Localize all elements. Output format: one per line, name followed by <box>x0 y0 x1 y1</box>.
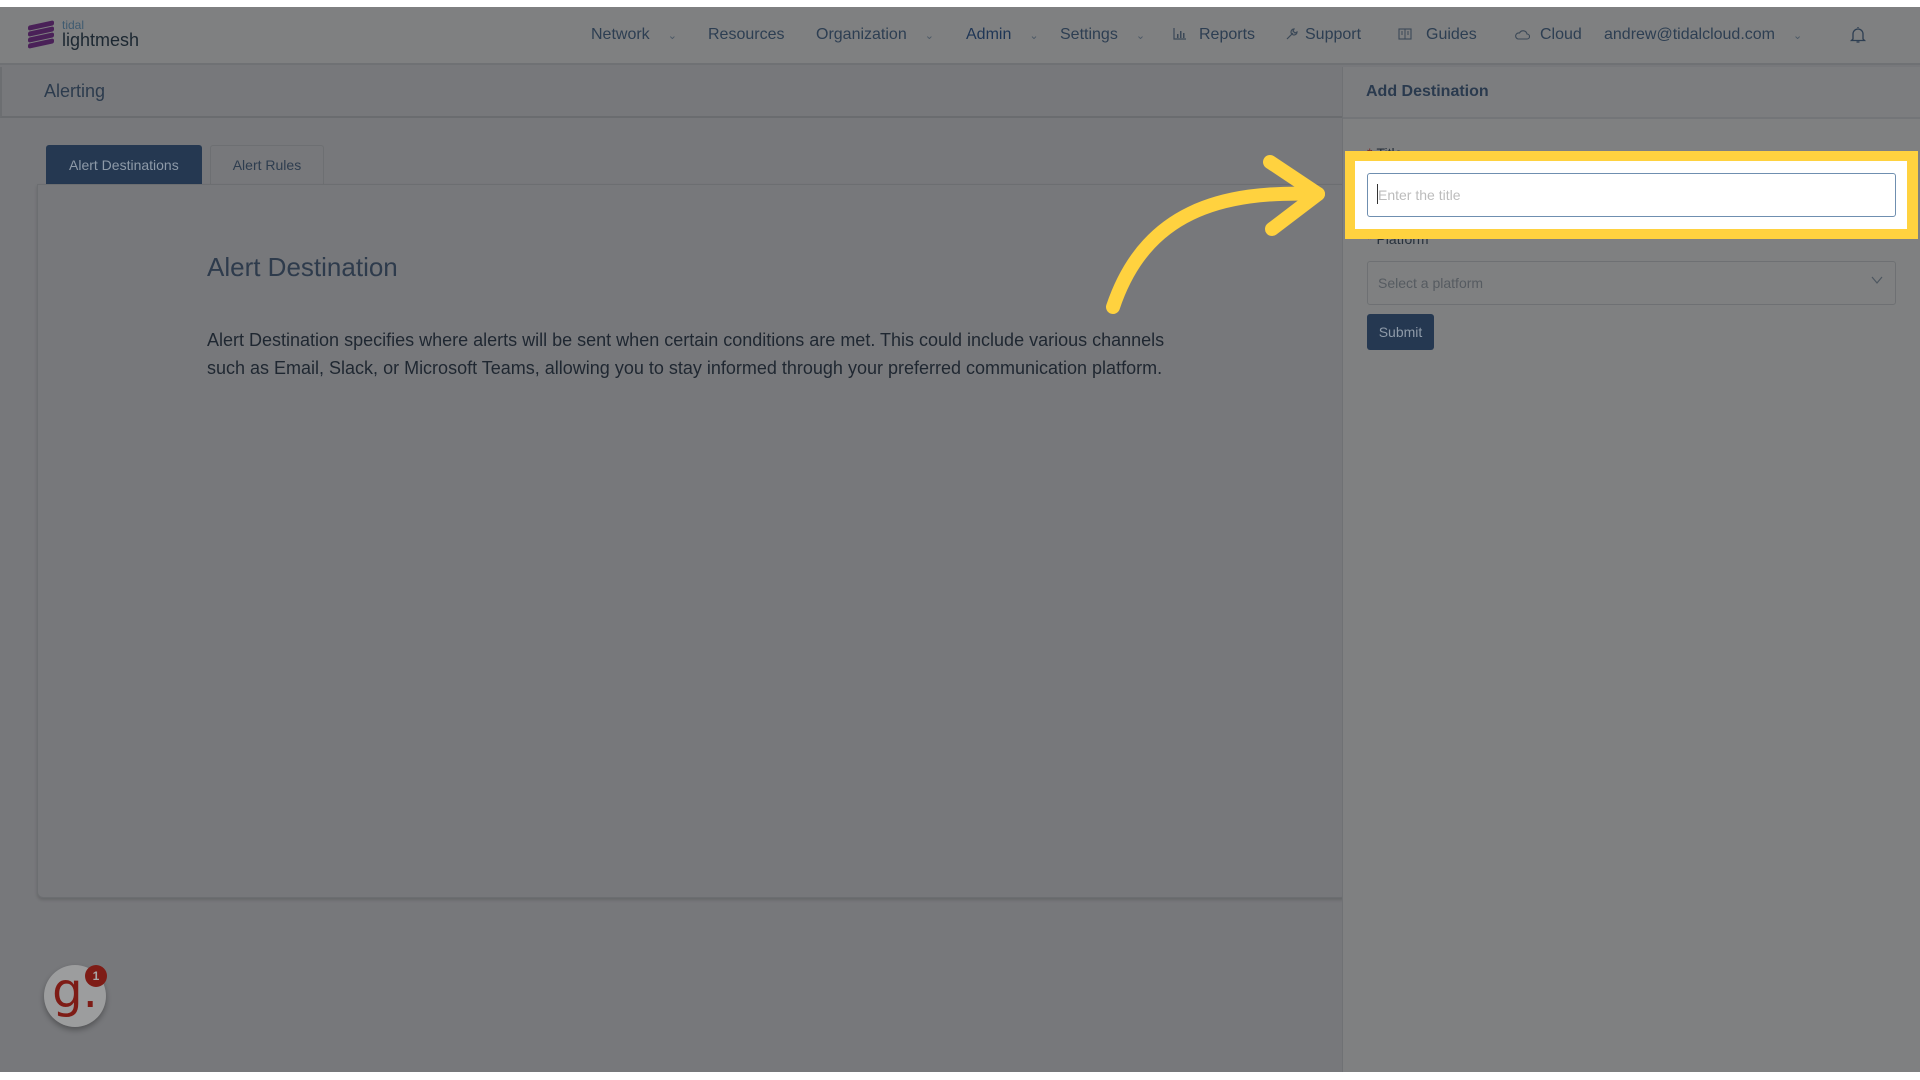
chevron-down-icon: ⌄ <box>924 29 934 42</box>
drawer-title: Add Destination <box>1366 83 1489 100</box>
nav-resources[interactable]: Resources <box>708 26 784 44</box>
lightmesh-logo-icon <box>28 20 54 49</box>
nav-resources-label: Resources <box>708 26 785 43</box>
brand-name: lightmesh <box>62 30 140 50</box>
card-title: Alert Destination <box>207 252 398 282</box>
drawer-header: Add Destination <box>1343 67 1920 119</box>
nav-reports[interactable]: Reports <box>1173 26 1255 44</box>
top-border <box>0 0 1920 7</box>
nav-network[interactable]: Network ⌄ <box>591 26 677 44</box>
platform-select[interactable]: Select a platform <box>1367 261 1896 305</box>
nav-support[interactable]: Support <box>1286 26 1361 44</box>
tab-alert-destinations[interactable]: Alert Destinations <box>46 145 202 184</box>
notification-count-badge: 1 <box>85 965 107 987</box>
cloud-icon <box>1515 28 1531 43</box>
chevron-down-icon: ⌄ <box>1029 29 1039 42</box>
nav-support-label: Support <box>1305 26 1362 43</box>
card-description: Alert Destination specifies where alerts… <box>207 330 1165 378</box>
platform-select-placeholder: Select a platform <box>1378 275 1484 291</box>
nav-organization[interactable]: Organization ⌄ <box>816 26 934 44</box>
text-caret <box>1377 184 1378 204</box>
app: tidal lightmesh Network ⌄ Resources Orga… <box>0 7 1920 1072</box>
book-icon <box>1398 27 1412 43</box>
nav-settings[interactable]: Settings ⌄ <box>1060 26 1145 44</box>
highlight-frame <box>1345 151 1918 239</box>
highlight-inner <box>1355 161 1907 229</box>
chevron-down-icon: ⌄ <box>1135 29 1146 42</box>
user-email: andrew@tidalcloud.com <box>1604 26 1775 43</box>
chevron-down-icon: ⌄ <box>1793 29 1803 42</box>
submit-button[interactable]: Submit <box>1367 314 1434 350</box>
nav-settings-label: Settings <box>1060 26 1118 43</box>
wrench-icon <box>1286 27 1299 43</box>
nav-cloud-label: Cloud <box>1540 26 1582 43</box>
annotation-arrow-icon <box>1106 155 1325 314</box>
nav-admin-label: Admin <box>966 26 1012 43</box>
page-header: Alerting <box>0 67 1342 118</box>
brand-logo[interactable]: tidal lightmesh <box>28 19 139 49</box>
bell-icon[interactable] <box>1848 25 1868 45</box>
page-title: Alerting <box>44 81 106 101</box>
nav-network-label: Network <box>591 26 650 43</box>
nav-reports-label: Reports <box>1199 26 1256 43</box>
nav-guides-label: Guides <box>1426 26 1477 43</box>
chevron-down-icon: ⌄ <box>667 29 677 42</box>
bottom-border <box>0 1072 1920 1080</box>
nav-guides[interactable]: Guides <box>1398 26 1477 44</box>
nav-cloud[interactable]: Cloud <box>1515 26 1582 44</box>
tab-bar: Alert Destinations Alert Rules <box>46 145 325 184</box>
chevron-down-icon <box>1871 276 1883 284</box>
top-navbar: tidal lightmesh Network ⌄ Resources Orga… <box>0 7 1920 65</box>
tab-alert-rules[interactable]: Alert Rules <box>209 145 325 184</box>
title-input[interactable] <box>1367 173 1896 217</box>
nav-admin[interactable]: Admin ⌄ <box>966 26 1039 44</box>
bar-chart-icon <box>1173 27 1187 43</box>
nav-organization-label: Organization <box>816 26 907 43</box>
user-menu[interactable]: andrew@tidalcloud.com ⌄ <box>1604 26 1802 44</box>
